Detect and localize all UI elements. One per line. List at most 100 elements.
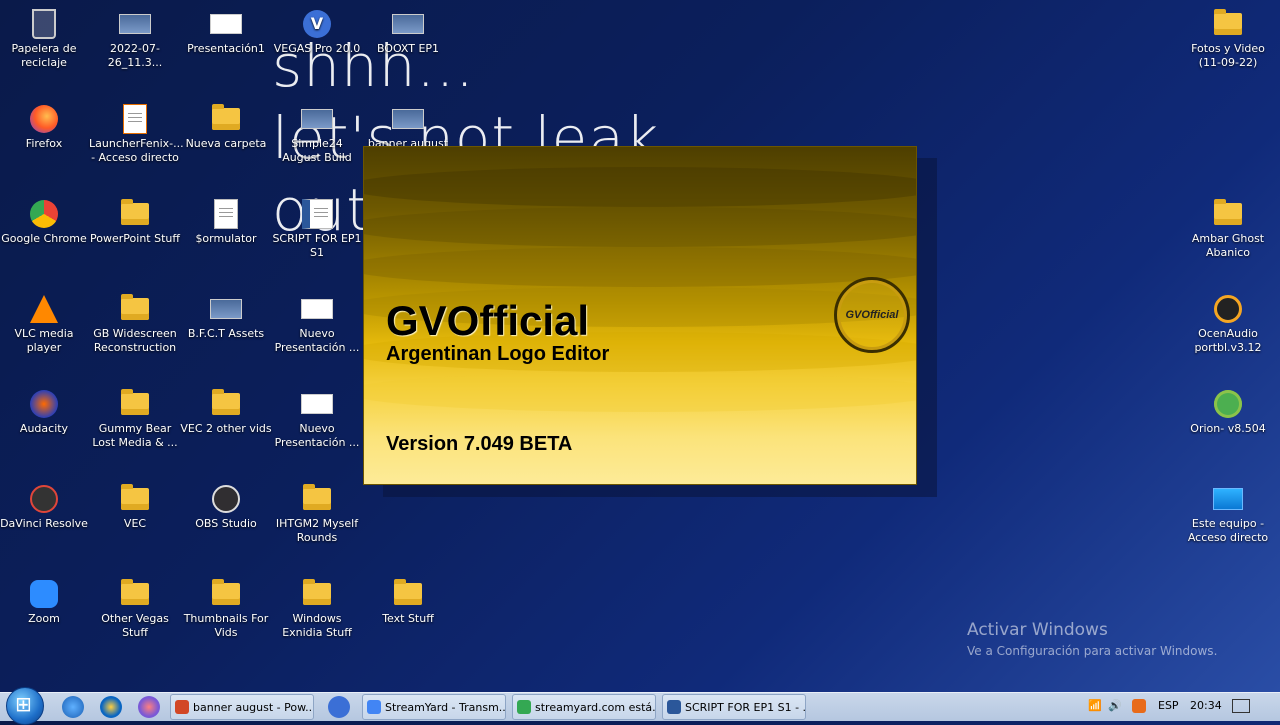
desktop-icon[interactable]: VEC xyxy=(89,483,181,531)
desktop-icon[interactable]: Fotos y Video (11-09-22) xyxy=(1182,8,1274,70)
internet-explorer-icon[interactable] xyxy=(62,696,84,718)
task-label: SCRIPT FOR EP1 S1 - ... xyxy=(685,700,806,714)
desktop-icon-label: VLC media player xyxy=(14,327,74,354)
desktop-icon-label: Windows Exnidia Stuff xyxy=(282,612,352,639)
desktop-icon[interactable]: 2022-07-26_11.3... xyxy=(89,8,181,70)
splash-screen: GVOfficial Argentinan Logo Editor Versio… xyxy=(363,146,917,485)
presentation-file-icon xyxy=(301,388,333,420)
desktop-icon[interactable]: B.F.C.T Assets xyxy=(180,293,272,341)
desktop-icon[interactable]: Simple24 August Build xyxy=(271,103,363,165)
desktop-icon-label: VEC xyxy=(123,517,147,530)
desktop-icon-label: Nuevo Presentación ... xyxy=(274,422,360,449)
network-app-icon[interactable] xyxy=(138,696,160,718)
desktop-icon-label: IHTGM2 Myself Rounds xyxy=(275,517,359,544)
desktop-icon-label: PowerPoint Stuff xyxy=(90,232,180,245)
vegas-pro-icon: V xyxy=(301,8,333,40)
desktop-icon[interactable]: Papelera de reciclaje xyxy=(0,8,90,70)
desktop-icon-label: VEC 2 other vids xyxy=(180,422,272,435)
desktop-icon[interactable]: Ambar Ghost Abanico xyxy=(1182,198,1274,260)
desktop-icon[interactable]: OcenAudio portbl.v3.12 xyxy=(1182,293,1274,355)
network-icon[interactable]: 📶 xyxy=(1088,699,1102,712)
desktop-icon[interactable]: VLC media player xyxy=(0,293,90,355)
start-button[interactable] xyxy=(6,687,44,725)
activate-windows-watermark: Activar Windows Ve a Configuración para … xyxy=(967,620,1217,658)
desktop-icon[interactable]: $ormulator xyxy=(180,198,272,246)
desktop-icon[interactable]: Presentación1 xyxy=(180,8,272,56)
desktop-icon[interactable]: Zoom xyxy=(0,578,90,626)
desktop-icon[interactable]: Audacity xyxy=(0,388,90,436)
folder-icon xyxy=(301,483,333,515)
desktop-icon-label: Text Stuff xyxy=(382,612,434,625)
desktop-icon-label: OBS Studio xyxy=(195,517,257,530)
desktop-icon[interactable]: Gummy Bear Lost Media & ... xyxy=(89,388,181,450)
desktop-icon-label: Fotos y Video (11-09-22) xyxy=(1191,42,1265,69)
desktop-icon-label: Este equipo - Acceso directo xyxy=(1187,517,1269,544)
desktop-icon-label: LauncherFenix-... - Acceso directo xyxy=(89,137,184,164)
vegas-pro-taskbar-icon[interactable] xyxy=(328,696,350,718)
splash-title: GVOfficial xyxy=(386,297,590,344)
desktop-icon-label: GB Widescreen Reconstruction xyxy=(93,327,177,354)
desktop-icon[interactable]: Nuevo Presentación ... xyxy=(271,388,363,450)
desktop-icon[interactable]: V VEGAS Pro 20.0 xyxy=(271,8,363,56)
desktop-icon[interactable]: Este equipo - Acceso directo xyxy=(1182,483,1274,545)
desktop-icon[interactable]: Google Chrome xyxy=(0,198,90,246)
avast-icon[interactable] xyxy=(1132,699,1146,713)
desktop-icon[interactable]: PowerPoint Stuff xyxy=(89,198,181,246)
folder-icon xyxy=(210,103,242,135)
desktop-icon-label: Papelera de reciclaje xyxy=(11,42,77,69)
desktop-icon-label: $ormulator xyxy=(195,232,257,245)
folder-icon xyxy=(1212,8,1244,40)
desktop-icon[interactable]: Other Vegas Stuff xyxy=(89,578,181,640)
action-center-icon[interactable] xyxy=(1232,699,1250,713)
folder-icon xyxy=(119,293,151,325)
audacity-icon xyxy=(28,388,60,420)
folder-icon xyxy=(301,578,333,610)
desktop-icon[interactable]: banner august xyxy=(362,103,454,151)
language-indicator[interactable]: ESP xyxy=(1158,699,1179,712)
desktop-icon[interactable]: BOOXT EP1 xyxy=(362,8,454,56)
desktop-icon-label: Presentación1 xyxy=(187,42,265,55)
desktop-icon[interactable]: Nueva carpeta xyxy=(180,103,272,151)
taskbar-item-chrome-streamyard-share[interactable]: streamyard.com está... xyxy=(512,694,656,720)
desktop-icon-label: 2022-07-26_11.3... xyxy=(107,42,163,69)
desktop-icon[interactable]: Windows Exnidia Stuff xyxy=(271,578,363,640)
java-icon xyxy=(119,103,151,135)
desktop-icon[interactable]: Orion- v8.504 xyxy=(1182,388,1274,436)
desktop-icon[interactable]: Text Stuff xyxy=(362,578,454,626)
desktop-icon[interactable]: DaVinci Resolve xyxy=(0,483,90,531)
taskbar-item-powerpoint[interactable]: banner august - Pow... xyxy=(170,694,314,720)
taskbar: banner august - Pow... StreamYard - Trans… xyxy=(0,687,1280,725)
desktop-icon[interactable]: Firefox xyxy=(0,103,90,151)
desktop-icon-label: VEGAS Pro 20.0 xyxy=(273,42,361,55)
desktop-icon-label: Ambar Ghost Abanico xyxy=(1191,232,1265,259)
headset-app-icon[interactable] xyxy=(100,696,122,718)
desktop-icon[interactable]: Nuevo Presentación ... xyxy=(271,293,363,355)
folder-icon xyxy=(392,578,424,610)
image-file-icon xyxy=(119,8,151,40)
volume-icon[interactable]: 🔊 xyxy=(1108,699,1122,712)
firefox-icon xyxy=(28,103,60,135)
desktop-icon-label: Firefox xyxy=(25,137,63,150)
desktop-icon-label: Simple24 August Build xyxy=(282,137,352,164)
desktop-icon-label: Gummy Bear Lost Media & ... xyxy=(92,422,178,449)
desktop-icon[interactable]: IHTGM2 Myself Rounds xyxy=(271,483,363,545)
activate-title: Activar Windows xyxy=(967,620,1108,640)
desktop-icon[interactable]: OBS Studio xyxy=(180,483,272,531)
clock[interactable]: 20:34 xyxy=(1190,699,1222,712)
taskbar-item-chrome-streamyard[interactable]: StreamYard - Transm... xyxy=(362,694,506,720)
desktop-icon[interactable]: Thumbnails For Vids xyxy=(180,578,272,640)
document-icon xyxy=(210,198,242,230)
task-label: banner august - Pow... xyxy=(193,700,314,714)
desktop-icon[interactable]: SCRIPT FOR EP1 S1 xyxy=(271,198,363,260)
desktop-icon[interactable]: GB Widescreen Reconstruction xyxy=(89,293,181,355)
computer-icon xyxy=(1212,483,1244,515)
folder-icon xyxy=(119,578,151,610)
desktop-icon-label: Orion- v8.504 xyxy=(1190,422,1266,435)
desktop-icon[interactable]: VEC 2 other vids xyxy=(180,388,272,436)
desktop-icon-label: BOOXT EP1 xyxy=(376,42,440,55)
desktop-icon[interactable]: LauncherFenix-... - Acceso directo xyxy=(89,103,184,165)
taskbar-item-word[interactable]: SCRIPT FOR EP1 S1 - ... xyxy=(662,694,806,720)
recycle-bin-icon xyxy=(28,8,60,40)
presentation-file-icon xyxy=(301,293,333,325)
image-file-icon xyxy=(392,8,424,40)
